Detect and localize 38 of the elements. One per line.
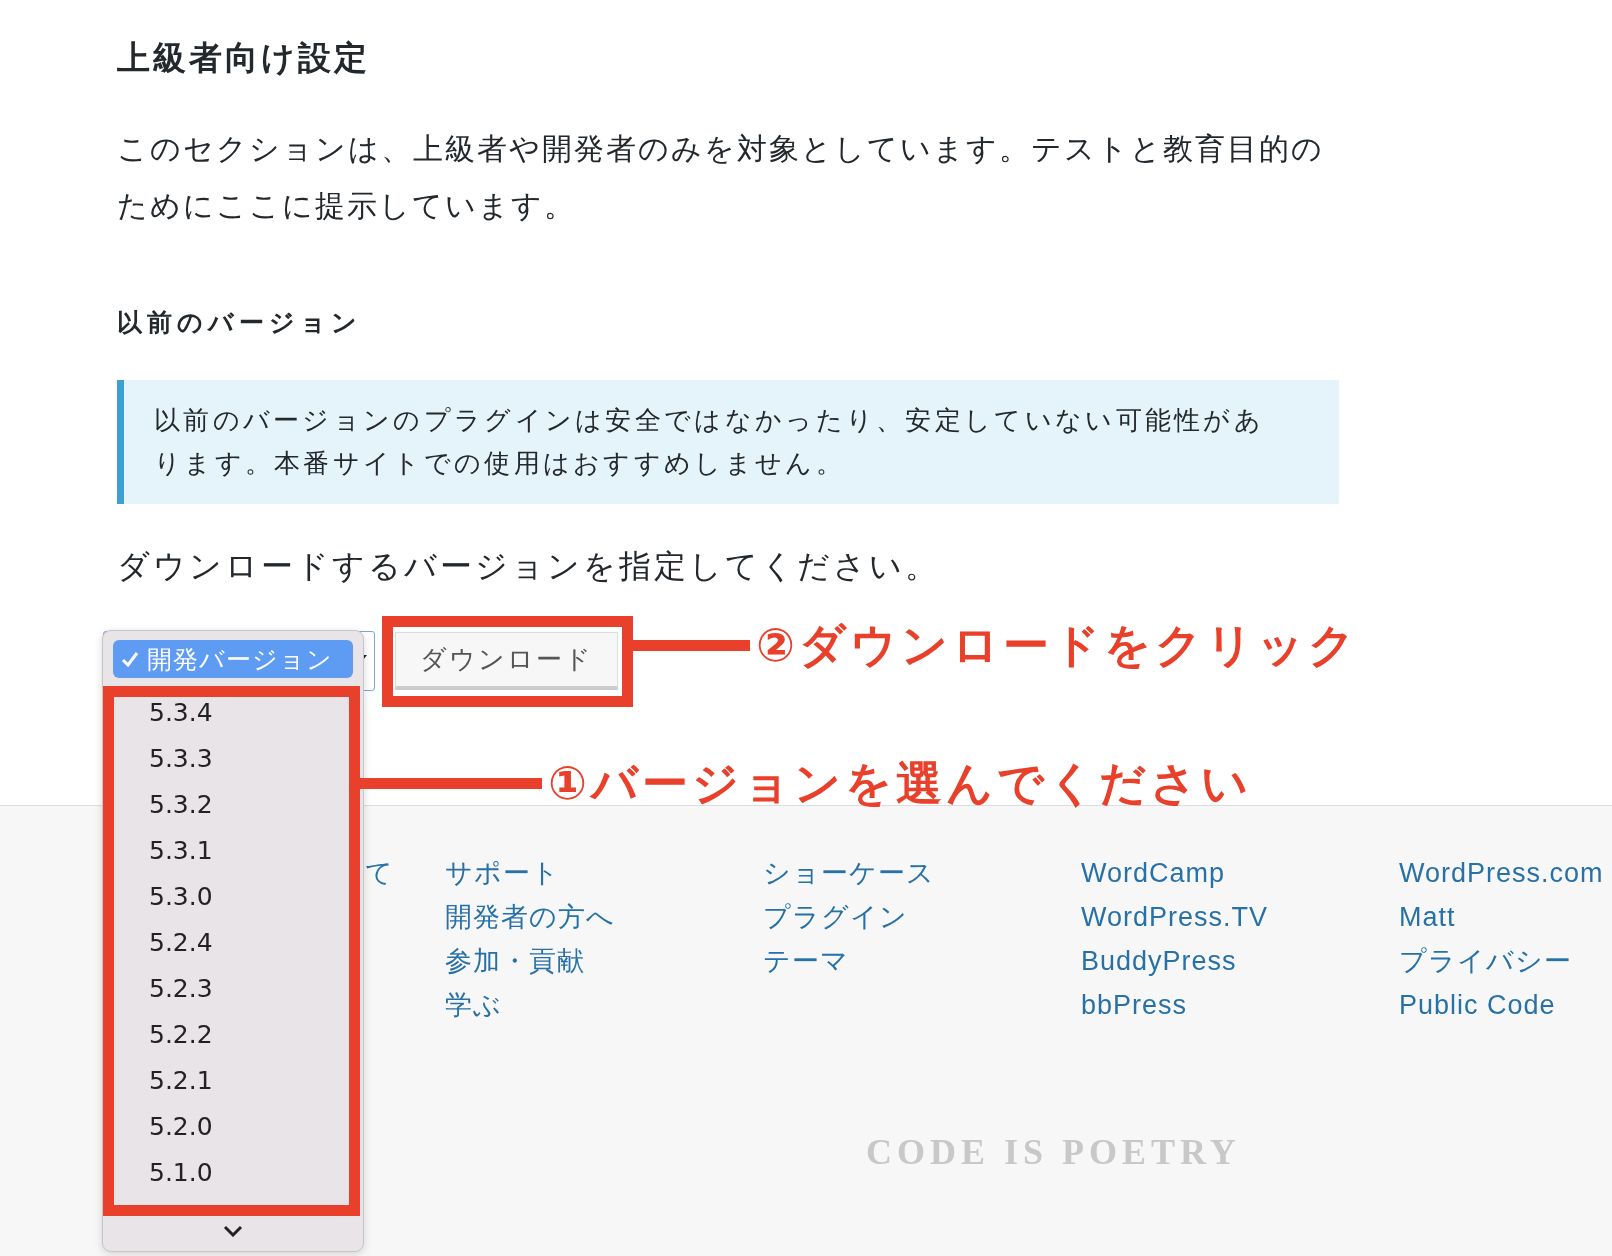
annotation-label: ②ダウンロードをクリック — [756, 617, 1359, 674]
download-button[interactable]: ダウンロード — [395, 632, 618, 690]
footer-link[interactable]: WordPress.TV — [1081, 895, 1269, 939]
footer-link[interactable]: Matt — [1399, 895, 1456, 939]
chevron-down-icon — [223, 1225, 243, 1237]
footer-link[interactable]: WordCamp — [1081, 851, 1226, 895]
dropdown-option[interactable]: 5.3.1 — [117, 835, 343, 865]
footer-link[interactable]: 学ぶ — [445, 983, 502, 1027]
notice-box: 以前のバージョンのプラグインは安全ではなかったり、安定していない可能性があります。本番サイトでの使用はおすすめしません。 — [117, 380, 1339, 504]
section-title: 上級者向け設定 — [117, 37, 371, 79]
footer-link[interactable]: bbPress — [1081, 983, 1188, 1027]
footer-link[interactable]: て — [365, 851, 394, 895]
dropdown-option[interactable]: 5.3.3 — [117, 743, 343, 773]
footer-link[interactable]: テーマ — [763, 939, 849, 983]
footer-link[interactable]: 開発者の方へ — [445, 895, 615, 939]
dropdown-option[interactable]: 5.2.0 — [117, 1111, 343, 1141]
dropdown-option[interactable]: 5.2.2 — [117, 1019, 343, 1049]
footer-link[interactable]: BuddyPress — [1081, 939, 1237, 983]
footer-link[interactable]: プラグイン — [763, 895, 908, 939]
footer-link[interactable]: ショーケース — [763, 851, 935, 895]
instruction-text: ダウンロードするバージョンを指定してください。 — [117, 546, 941, 587]
dropdown-option[interactable]: 5.2.4 — [117, 927, 343, 957]
annotation-label: ①バージョンを選んでください — [548, 755, 1252, 812]
dropdown-option[interactable]: 5.3.0 — [117, 881, 343, 911]
subsection-title: 以前のバージョン — [117, 307, 363, 339]
dropdown-option[interactable]: 5.1.0 — [117, 1157, 343, 1187]
footer-link[interactable]: WordPress.com — [1399, 851, 1604, 895]
dropdown-option[interactable]: 5.2.1 — [117, 1065, 343, 1095]
footer-link[interactable]: プライバシー — [1399, 939, 1572, 983]
footer-link[interactable]: 参加・貢献 — [445, 939, 585, 983]
dropdown-option[interactable]: 開発バージョン — [113, 640, 353, 678]
dropdown-option[interactable]: 5.2.3 — [117, 973, 343, 1003]
intro-text: このセクションは、上級者や開発者のみを対象としています。テストと教育目的のためにここに提示しています。 — [117, 130, 1325, 225]
check-icon — [121, 651, 139, 667]
dropdown-option[interactable]: 5.3.4 — [117, 697, 343, 727]
footer-link[interactable]: Public Code — [1399, 983, 1556, 1027]
footer-link[interactable]: サポート — [445, 851, 560, 895]
dropdown-option[interactable]: 5.3.2 — [117, 789, 343, 819]
